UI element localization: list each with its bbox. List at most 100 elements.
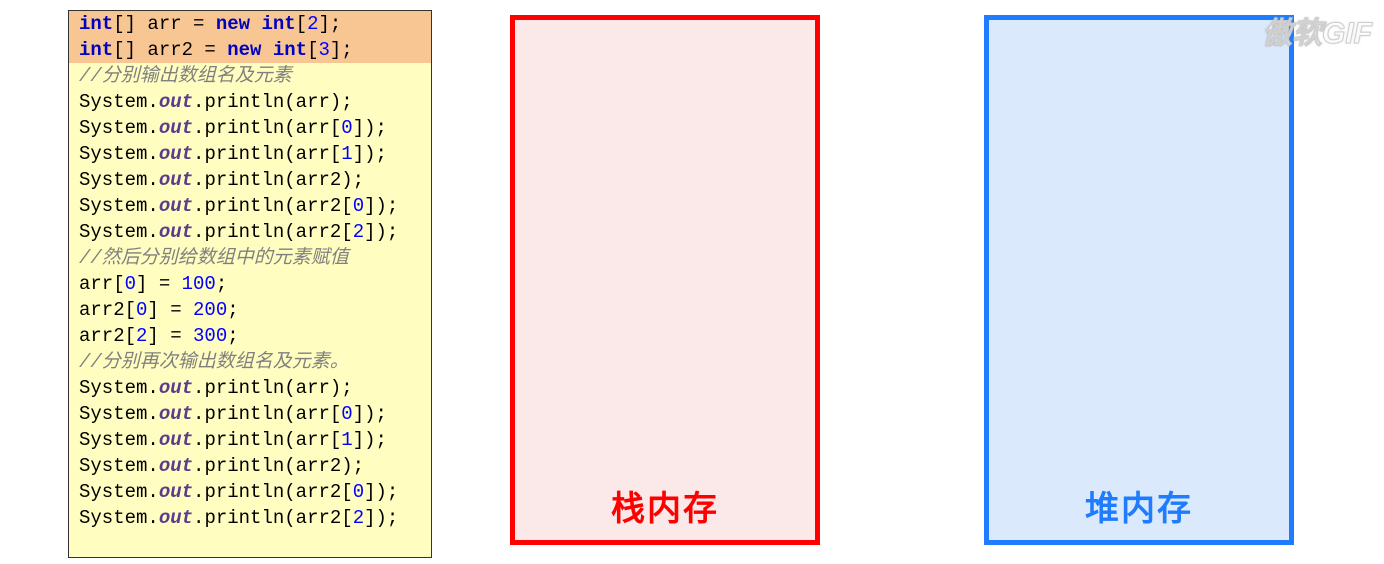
code-line: //然后分别给数组中的元素赋值: [69, 245, 431, 271]
code-token: ] =: [147, 325, 193, 347]
code-token: int: [79, 39, 113, 61]
code-token: ] =: [147, 299, 193, 321]
code-token: .println(arr2[: [193, 221, 353, 243]
code-token: [: [307, 39, 318, 61]
code-token: System.: [79, 507, 159, 529]
code-token: System.: [79, 481, 159, 503]
code-token: System.: [79, 143, 159, 165]
code-token: 0: [341, 117, 352, 139]
code-token: out: [159, 429, 193, 451]
stack-memory-box: 栈内存: [510, 15, 820, 545]
code-token: ;: [227, 325, 238, 347]
code-line: System.out.println(arr2[0]);: [69, 193, 431, 219]
code-token: 2: [353, 507, 364, 529]
code-token: new int: [227, 39, 307, 61]
code-line: System.out.println(arr[0]);: [69, 115, 431, 141]
code-line: System.out.println(arr2[2]);: [69, 505, 431, 531]
stack-memory-label: 栈内存: [515, 481, 815, 530]
code-token: int: [79, 13, 113, 35]
code-token: ]);: [353, 403, 387, 425]
code-line: arr2[2] = 300;: [69, 323, 431, 349]
code-token: System.: [79, 195, 159, 217]
code-line: System.out.println(arr2);: [69, 453, 431, 479]
code-token: out: [159, 507, 193, 529]
code-token: ]);: [364, 507, 398, 529]
code-token: arr2[: [79, 299, 136, 321]
code-token: .println(arr);: [193, 377, 353, 399]
code-line: int[] arr2 = new int[3];: [69, 37, 431, 63]
code-line: //分别再次输出数组名及元素。: [69, 349, 431, 375]
code-token: 2: [353, 221, 364, 243]
code-line: System.out.println(arr);: [69, 375, 431, 401]
code-token: out: [159, 91, 193, 113]
code-token: ]);: [364, 481, 398, 503]
code-line: arr2[0] = 200;: [69, 297, 431, 323]
code-token: ];: [318, 13, 341, 35]
code-token: .println(arr);: [193, 91, 353, 113]
code-token: [] arr2 =: [113, 39, 227, 61]
code-token: .println(arr2);: [193, 455, 364, 477]
code-token: out: [159, 455, 193, 477]
code-line: System.out.println(arr[1]);: [69, 427, 431, 453]
code-token: 0: [136, 299, 147, 321]
code-token: 3: [318, 39, 329, 61]
code-token: out: [159, 117, 193, 139]
code-token: //然后分别给数组中的元素赋值: [79, 247, 349, 269]
code-token: .println(arr[: [193, 429, 341, 451]
code-token: System.: [79, 429, 159, 451]
code-token: 0: [353, 195, 364, 217]
code-panel: int[] arr = new int[2];int[] arr2 = new …: [68, 10, 432, 558]
code-token: out: [159, 403, 193, 425]
code-token: System.: [79, 455, 159, 477]
code-token: ]);: [364, 221, 398, 243]
code-token: 300: [193, 325, 227, 347]
code-token: ]);: [353, 429, 387, 451]
code-line: System.out.println(arr2[2]);: [69, 219, 431, 245]
code-token: ]);: [353, 117, 387, 139]
code-token: ;: [216, 273, 227, 295]
code-token: //分别输出数组名及元素: [79, 65, 292, 87]
code-token: ]);: [364, 195, 398, 217]
code-token: 2: [307, 13, 318, 35]
code-token: System.: [79, 377, 159, 399]
code-token: //分别再次输出数组名及元素。: [79, 351, 349, 373]
code-token: .println(arr[: [193, 143, 341, 165]
code-token: out: [159, 377, 193, 399]
code-token: 100: [182, 273, 216, 295]
code-token: ];: [330, 39, 353, 61]
code-token: arr[: [79, 273, 125, 295]
code-line: int[] arr = new int[2];: [69, 11, 431, 37]
code-token: .println(arr2);: [193, 169, 364, 191]
code-token: out: [159, 169, 193, 191]
code-line: //分别输出数组名及元素: [69, 63, 431, 89]
code-token: 0: [353, 481, 364, 503]
code-token: [] arr =: [113, 13, 216, 35]
code-token: System.: [79, 169, 159, 191]
code-token: System.: [79, 91, 159, 113]
code-token: .println(arr[: [193, 117, 341, 139]
code-token: .println(arr[: [193, 403, 341, 425]
code-line: arr[0] = 100;: [69, 271, 431, 297]
code-line: System.out.println(arr[1]);: [69, 141, 431, 167]
code-token: System.: [79, 117, 159, 139]
code-token: ] =: [136, 273, 182, 295]
code-token: 0: [125, 273, 136, 295]
code-token: out: [159, 195, 193, 217]
code-token: 1: [341, 429, 352, 451]
code-token: ]);: [353, 143, 387, 165]
code-token: System.: [79, 403, 159, 425]
code-line: System.out.println(arr2[0]);: [69, 479, 431, 505]
code-token: out: [159, 143, 193, 165]
code-token: 200: [193, 299, 227, 321]
heap-memory-label: 堆内存: [989, 481, 1289, 530]
code-line: System.out.println(arr[0]);: [69, 401, 431, 427]
code-token: 1: [341, 143, 352, 165]
code-token: .println(arr2[: [193, 481, 353, 503]
heap-memory-box: 堆内存: [984, 15, 1294, 545]
code-token: .println(arr2[: [193, 507, 353, 529]
code-token: 0: [341, 403, 352, 425]
code-line: System.out.println(arr2);: [69, 167, 431, 193]
code-token: arr2[: [79, 325, 136, 347]
code-token: .println(arr2[: [193, 195, 353, 217]
code-token: ;: [227, 299, 238, 321]
